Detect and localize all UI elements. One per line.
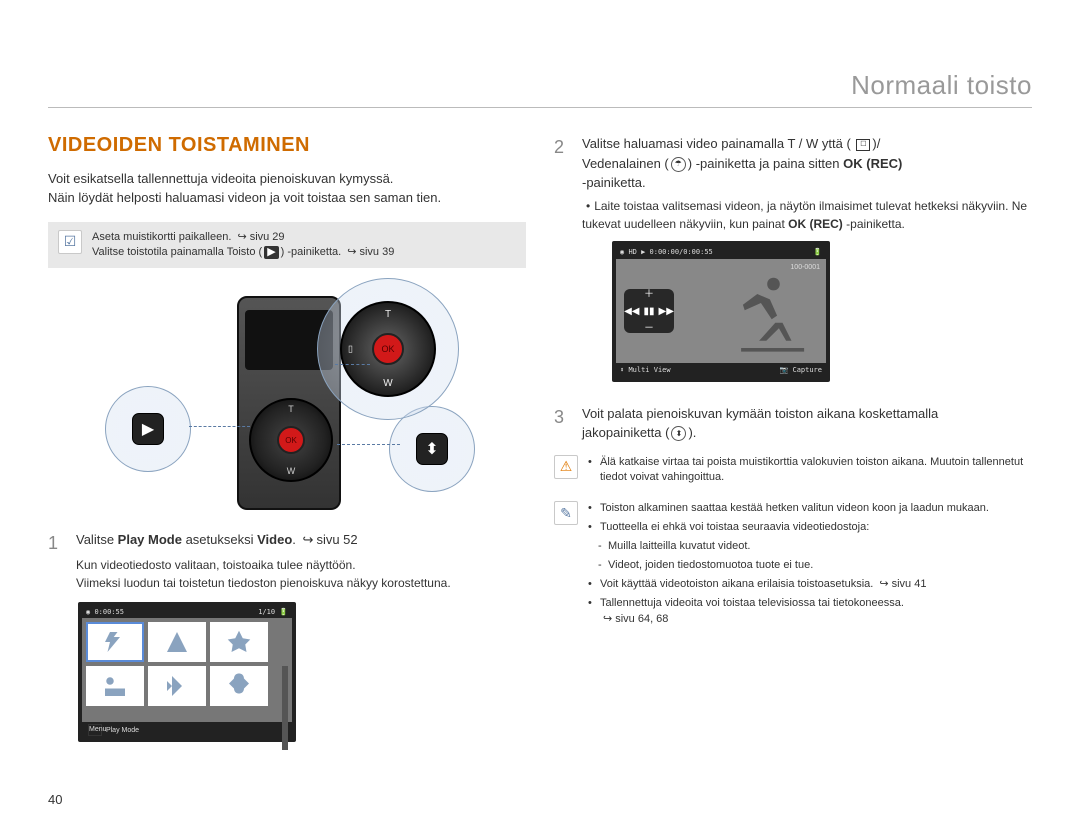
page-number: 40	[48, 792, 62, 807]
page-header-title: Normaali toisto	[48, 70, 1032, 108]
share-icon: ⬍	[671, 426, 686, 441]
thumbnail	[86, 666, 144, 706]
step2-l2a: Vedenalainen (	[582, 156, 669, 171]
arrow-icon: ↪	[347, 245, 356, 260]
greybox-line2a: Valitse toistotila painamalla Toisto (	[92, 246, 262, 258]
info-l4a: Tallennettuja videoita voi toistaa telev…	[600, 597, 904, 609]
warning-icon: ⚠	[554, 455, 578, 479]
underwater-icon: ☂	[671, 157, 686, 172]
lcd2-hd: HD	[628, 248, 636, 256]
step3-a: Voit palata pienoiskuvan kymään toiston …	[582, 406, 938, 421]
callout-share-button: ⬍	[389, 406, 475, 492]
intro-text: Voit esikatsella tallennettuja videoita …	[48, 170, 526, 208]
lcd1-mode: Play Mode	[106, 727, 139, 734]
greybox-line1a: Aseta muistikortti paikalleen.	[92, 231, 231, 243]
left-column: VIDEOIDEN TOISTAMINEN Voit esikatsella t…	[48, 126, 526, 742]
share-icon: ⬍	[416, 433, 448, 465]
arrow-icon: ↪	[603, 612, 612, 628]
pause-icon: ▮▮	[643, 304, 654, 319]
step2-ok: OK (REC)	[843, 156, 902, 171]
step1-c: .	[292, 532, 299, 547]
step3-b: jakopainiketta (	[582, 425, 669, 440]
arrow-icon: ↪	[237, 230, 246, 245]
zoom-out-icon: －	[644, 321, 654, 336]
step1-bold2: Video	[257, 532, 292, 547]
next-icon: ▶▶	[659, 304, 674, 319]
thumbnail	[210, 666, 268, 706]
info-l2a: Muilla laitteilla kuvatut videot.	[608, 540, 750, 552]
info-note: ✎ Toiston alkaminen saattaa kestää hetke…	[554, 501, 1032, 631]
ok-rec-button: OK	[277, 426, 305, 454]
lcd-preview-playback: ◉ HD ▶ 0:00:00/0:00:55 🔋 100-0001 ＋	[612, 241, 830, 382]
greybox-line2-ref: sivu 39	[359, 246, 394, 258]
check-icon: ☑	[58, 230, 82, 254]
lcd2-multiview: Multi View	[628, 366, 670, 374]
play-mode-icon: ▶	[132, 413, 164, 445]
steps-left: Valitse Play Mode asetukseksi Video. ↪si…	[48, 530, 526, 592]
step2-desc1b: OK (REC)	[788, 217, 843, 231]
lcd1-menu: Menu	[88, 724, 102, 736]
steps-right: Valitse haluamasi video painamalla T / W…	[554, 134, 1032, 443]
info-l3a: Voit käyttää videotoiston aikana erilais…	[600, 578, 873, 590]
info-l3b: sivu 41	[892, 578, 927, 590]
info-l1: Toiston alkaminen saattaa kestää hetken …	[600, 502, 989, 514]
device-illustration: T W OK ▶ ⬍ T W ▯ OK	[87, 286, 487, 516]
intro-line1: Voit esikatsella tallennettuja videoita …	[48, 171, 393, 186]
playback-controls-overlay: ＋ ◀◀ ▮▮ ▶▶ －	[624, 289, 674, 333]
step1-desc1: Kun videotiedosto valitaan, toistoaika t…	[76, 558, 356, 572]
lcd1-time: 0:00:55	[94, 608, 124, 616]
multiview-icon: ☐	[856, 139, 870, 151]
step2-l1b: )/	[872, 136, 880, 151]
zoom-in-icon: ＋	[644, 287, 654, 302]
greybox-line1-ref: sivu 29	[250, 231, 285, 243]
step2-l3: -painiketta.	[582, 175, 646, 190]
callout-wheel: T W ▯ OK	[317, 278, 459, 420]
prev-icon: ◀◀	[624, 304, 639, 319]
section-title: VIDEOIDEN TOISTAMINEN	[48, 134, 526, 157]
skater-silhouette	[722, 267, 816, 357]
thumbnail	[210, 622, 268, 662]
lcd1-count: 1/10	[258, 608, 275, 616]
step1-bold1: Play Mode	[118, 532, 182, 547]
greybox-line2b: ) -painiketta.	[281, 246, 342, 258]
info-l4b: sivu 64, 68	[615, 613, 668, 625]
step1-a: Valitse	[76, 532, 118, 547]
step1-b: asetukseksi	[182, 532, 257, 547]
lcd2-capture: Capture	[792, 366, 822, 374]
callout-play-button: ▶	[105, 386, 191, 472]
thumbnail-selected	[86, 622, 144, 662]
step2-l1a: Valitse haluamasi video painamalla T / W…	[582, 136, 851, 151]
step2-l2b: ) -painiketta ja paina sitten	[688, 156, 843, 171]
lcd2-time: 0:00:00/0:00:55	[650, 248, 713, 256]
step2-desc1c: -painiketta.	[843, 217, 905, 231]
arrow-icon: ↪	[303, 530, 314, 550]
step3-c: ).	[688, 425, 696, 440]
info-icon: ✎	[554, 501, 578, 525]
arrow-icon: ↪	[879, 577, 888, 593]
intro-line2: Näin löydät helposti haluamasi videon ja…	[48, 190, 441, 205]
warn-line1: Älä katkaise virtaa tai poista muistikor…	[600, 456, 927, 468]
lcd-preview-thumbnails: ◉ 0:00:55 1/10 🔋 Menu Play Mode	[78, 602, 296, 742]
info-l2: Tuotteella ei ehkä voi toistaa seuraavia…	[600, 521, 869, 533]
step1-ref: sivu 52	[316, 532, 357, 547]
play-icon: ▶	[264, 246, 278, 259]
prerequisite-box: ☑ Aseta muistikortti paikalleen. ↪ sivu 2…	[48, 222, 526, 269]
info-l2b: Videot, joiden tiedostomuotoa tuote ei t…	[608, 559, 813, 571]
warning-note: ⚠ Älä katkaise virtaa tai poista muistik…	[554, 455, 1032, 490]
step1-desc2: Viimeksi luodun tai toistetun tiedoston …	[76, 576, 451, 590]
thumbnail	[148, 622, 206, 662]
right-column: Valitse haluamasi video painamalla T / W…	[554, 126, 1032, 742]
thumbnail	[148, 666, 206, 706]
